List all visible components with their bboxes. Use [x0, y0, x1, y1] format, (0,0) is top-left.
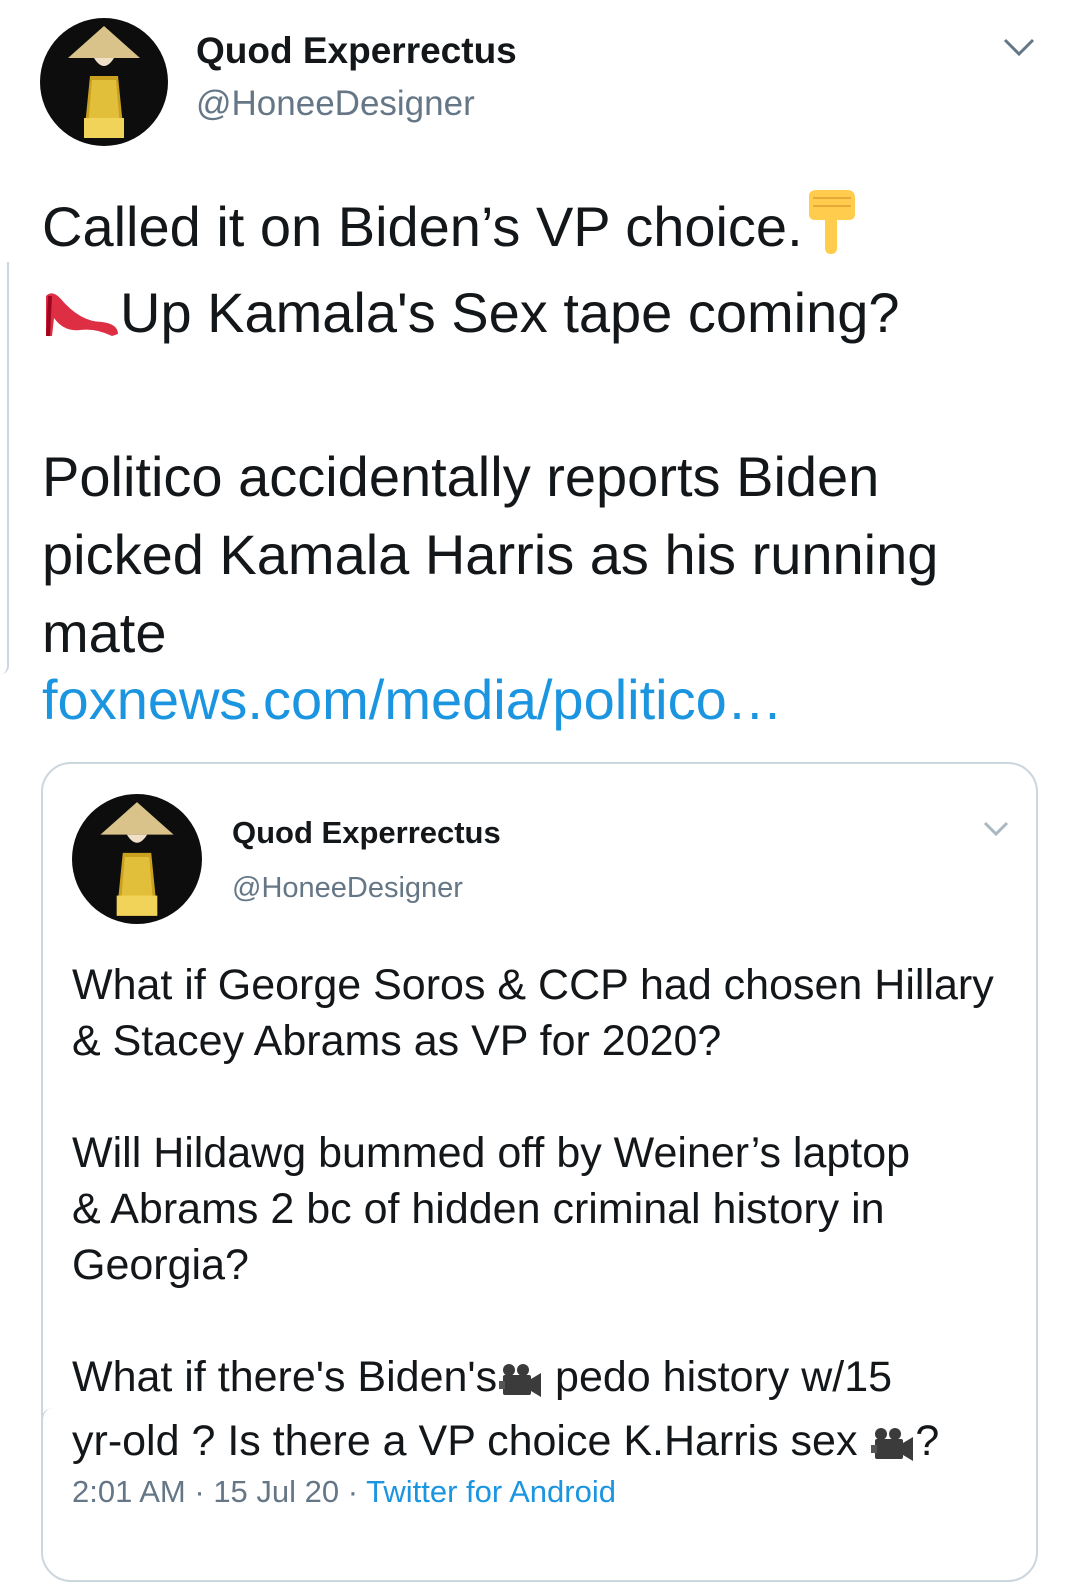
movie-camera-icon	[497, 1357, 543, 1413]
quoted-paragraph-3a: What if there's Biden's	[72, 1353, 498, 1401]
separator: ·	[339, 1474, 367, 1509]
quoted-paragraph-1: What if George Soros & CCP had chosen Hi…	[72, 961, 994, 1065]
tweet-body: Politico accidentally reports Biden pick…	[42, 445, 939, 664]
display-name[interactable]: Quod Experrectus	[196, 30, 517, 72]
quoted-paragraph-2: Will Hildawg bummed off by Weiner’s lapt…	[72, 1129, 911, 1289]
thread-connector-line	[41, 1408, 53, 1544]
quoted-tweet-text: What if George Soros & CCP had chosen Hi…	[72, 957, 1012, 1477]
quoted-paragraph-3c: ?	[915, 1417, 940, 1465]
quoted-profile-avatar[interactable]	[72, 794, 202, 924]
tweet-date[interactable]: 15 Jul 20	[213, 1474, 339, 1509]
chevron-down-icon[interactable]	[1002, 36, 1036, 58]
tweet-line-2: Up Kamala's Sex tape coming?	[120, 281, 900, 344]
tweet-time[interactable]: 2:01 AM	[72, 1474, 186, 1509]
profile-avatar[interactable]	[40, 18, 168, 146]
tweet-source[interactable]: Twitter for Android	[366, 1474, 616, 1509]
avatar-image	[72, 794, 202, 924]
user-handle[interactable]: @HoneeDesigner	[196, 84, 475, 124]
chevron-down-icon[interactable]	[982, 820, 1010, 838]
quoted-user-handle[interactable]: @HoneeDesigner	[232, 872, 463, 905]
high-heel-icon	[42, 282, 120, 360]
separator: ·	[185, 1474, 214, 1509]
quoted-display-name[interactable]: Quod Experrectus	[232, 815, 501, 851]
movie-camera-icon	[869, 1421, 915, 1477]
pointing-down-icon	[803, 188, 861, 274]
tweet-text: Called it on Biden’s VP choice. Up Kamal…	[42, 188, 1052, 672]
tweet-metadata: 2:01 AM · 15 Jul 20 · Twitter for Androi…	[72, 1474, 616, 1510]
tweet-line-1: Called it on Biden’s VP choice.	[42, 195, 803, 258]
thread-edge-line	[0, 262, 9, 674]
avatar-image	[40, 18, 168, 146]
article-link[interactable]: foxnews.com/media/politico…	[42, 664, 783, 736]
